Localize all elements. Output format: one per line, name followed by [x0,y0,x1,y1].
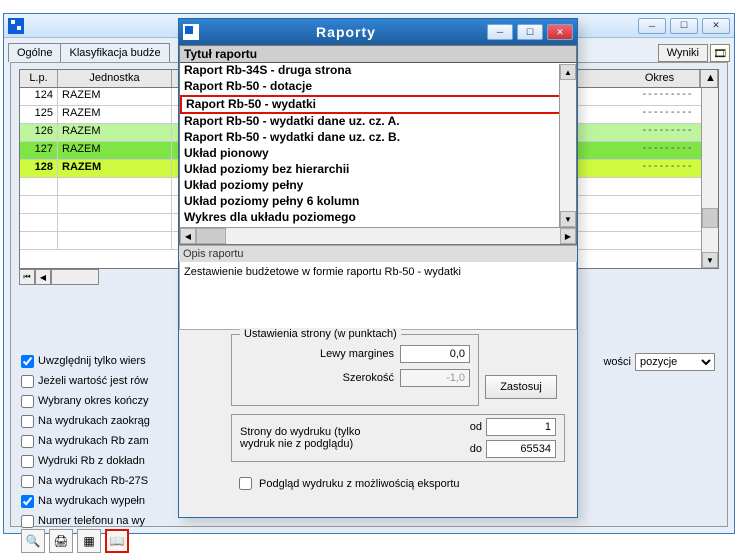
list-item[interactable]: Układ poziomy pełny [180,178,576,194]
chevron-right-icon[interactable]: ▶ [560,228,576,244]
chk-rb-precision[interactable] [21,455,34,468]
chk-round[interactable] [21,415,34,428]
dialog-titlebar[interactable]: Raporty ─ ☐ ✕ [179,19,577,45]
col-lp[interactable]: L.p. [20,70,58,87]
results-button[interactable]: Wyniki [658,44,708,62]
chk-fill[interactable] [21,495,34,508]
description-text: Zestawienie budżetowe w formie raportu R… [184,266,461,278]
chk-period-end-label: Wybrany okres kończy [38,395,149,407]
apply-button[interactable]: Zastosuj [485,375,557,399]
minimize-button[interactable]: ─ [638,18,666,34]
list-item[interactable]: Układ poziomy pełny 6 kolumn [180,194,576,210]
to-page-input[interactable] [486,440,556,458]
list-horizontal-scrollbar[interactable]: ◀ ▶ [180,227,576,244]
chevron-up-icon[interactable]: ▲ [560,64,576,80]
col-jednostka[interactable]: Jednostka [58,70,172,87]
chk-period-end[interactable] [21,395,34,408]
page-settings-legend: Ustawienia strony (w punktach) [240,328,401,340]
description-box: Zestawienie budżetowe w formie raportu R… [179,262,577,330]
page-settings-group: Ustawienia strony (w punktach) Lewy marg… [231,334,479,406]
options-checkboxes: Uwzględnij tylko wiers Jeżeli wartość je… [21,353,191,533]
scroll-corner: ▲ [700,70,718,87]
chk-phone-label: Numer telefonu na wy [38,515,145,527]
chk-rb-zam[interactable] [21,435,34,448]
reports-dialog: Raporty ─ ☐ ✕ Tytuł raportu Raport Rb-34… [178,18,578,518]
print-icon[interactable]: 🖨 [49,529,73,553]
chk-value-zero-label: Jeżeli wartość jest rów [38,375,148,387]
minimize-button[interactable]: ─ [487,24,513,40]
chevron-left-icon[interactable]: ◀ [180,228,196,244]
list-item[interactable]: Raport Rb-50 - dotacje [180,79,576,95]
width-input [400,369,470,387]
chk-rb27s[interactable] [21,475,34,488]
grid-hscroll-buttons: ⏮ ◀ [19,269,99,285]
level-label: wości [603,356,631,368]
list-item[interactable]: Wykres dla układu poziomego [180,210,576,226]
to-label: do [470,443,482,455]
chk-rb-precision-label: Wydruki Rb z dokładn [38,455,145,467]
book-icon[interactable]: 📖 [105,529,129,553]
tab-classification[interactable]: Klasyfikacja budże [60,43,169,62]
col-okres[interactable]: Okres [620,70,700,87]
grid-vertical-scrollbar[interactable]: ▼ [701,88,718,268]
preview-export-checkbox[interactable] [239,477,252,490]
print-pages-text: Strony do wydruku (tylko wydruk nie z po… [240,426,380,450]
list-item[interactable]: Układ pionowy [180,146,576,162]
close-button[interactable]: ✕ [702,18,730,34]
maximize-button[interactable]: ☐ [517,24,543,40]
from-page-input[interactable] [486,418,556,436]
width-label: Szerokość [343,372,394,384]
chk-include-rows[interactable] [21,355,34,368]
level-select[interactable]: pozycje [635,353,715,371]
maximize-button[interactable]: ☐ [670,18,698,34]
chk-rb27s-label: Na wydrukach Rb-27S [38,475,148,487]
list-item[interactable]: Raport Rb-50 - wydatki dane uz. cz. B. [180,130,576,146]
list-vertical-scrollbar[interactable]: ▲ ▼ [559,64,576,227]
grid-icon[interactable]: ▦ [77,529,101,553]
list-item[interactable]: Raport Rb-34S - druga strona [180,63,576,79]
preview-export-label: Podgląd wydruku z możliwością eksportu [259,478,460,490]
film-icon[interactable]: 🎞 [710,44,730,62]
chk-phone[interactable] [21,515,34,528]
chk-fill-label: Na wydrukach wypełn [38,495,145,507]
description-label: Opis raportu [179,245,577,262]
left-margin-label: Lewy margines [320,348,394,360]
chk-include-rows-label: Uwzględnij tylko wiers [38,355,146,367]
tab-general[interactable]: Ogólne [8,43,61,62]
app-icon [183,24,199,40]
dialog-title: Raporty [205,24,487,40]
print-pages-group: Strony do wydruku (tylko wydruk nie z po… [231,414,565,462]
first-page-icon[interactable]: ⏮ [19,269,35,285]
list-item[interactable]: Układ poziomy bez hierarchii [180,162,576,178]
preview-icon[interactable]: 🔍 [21,529,45,553]
chevron-down-icon[interactable]: ▼ [560,211,576,227]
close-button[interactable]: ✕ [547,24,573,40]
chevron-down-icon[interactable]: ▼ [702,252,718,268]
bottom-toolbar: 🔍 🖨 ▦ 📖 [21,529,129,553]
report-list[interactable]: Tytuł raportu Raport Rb-34S - druga stro… [179,45,577,245]
list-item-selected[interactable]: Raport Rb-50 - wydatki [180,95,576,114]
from-label: od [470,421,482,433]
scroll-thumb[interactable] [196,228,226,244]
app-icon [8,18,24,34]
chk-round-label: Na wydrukach zaokrąg [38,415,150,427]
list-item[interactable]: Raport Rb-50 - wydatki dane uz. cz. A. [180,114,576,130]
scroll-thumb[interactable] [702,208,718,228]
chk-rb-zam-label: Na wydrukach Rb zam [38,435,149,447]
left-margin-input[interactable] [400,345,470,363]
chk-value-zero[interactable] [21,375,34,388]
results-label: Wyniki [667,47,699,59]
list-header: Tytuł raportu [180,46,576,63]
chevron-left-icon[interactable]: ◀ [35,269,51,285]
